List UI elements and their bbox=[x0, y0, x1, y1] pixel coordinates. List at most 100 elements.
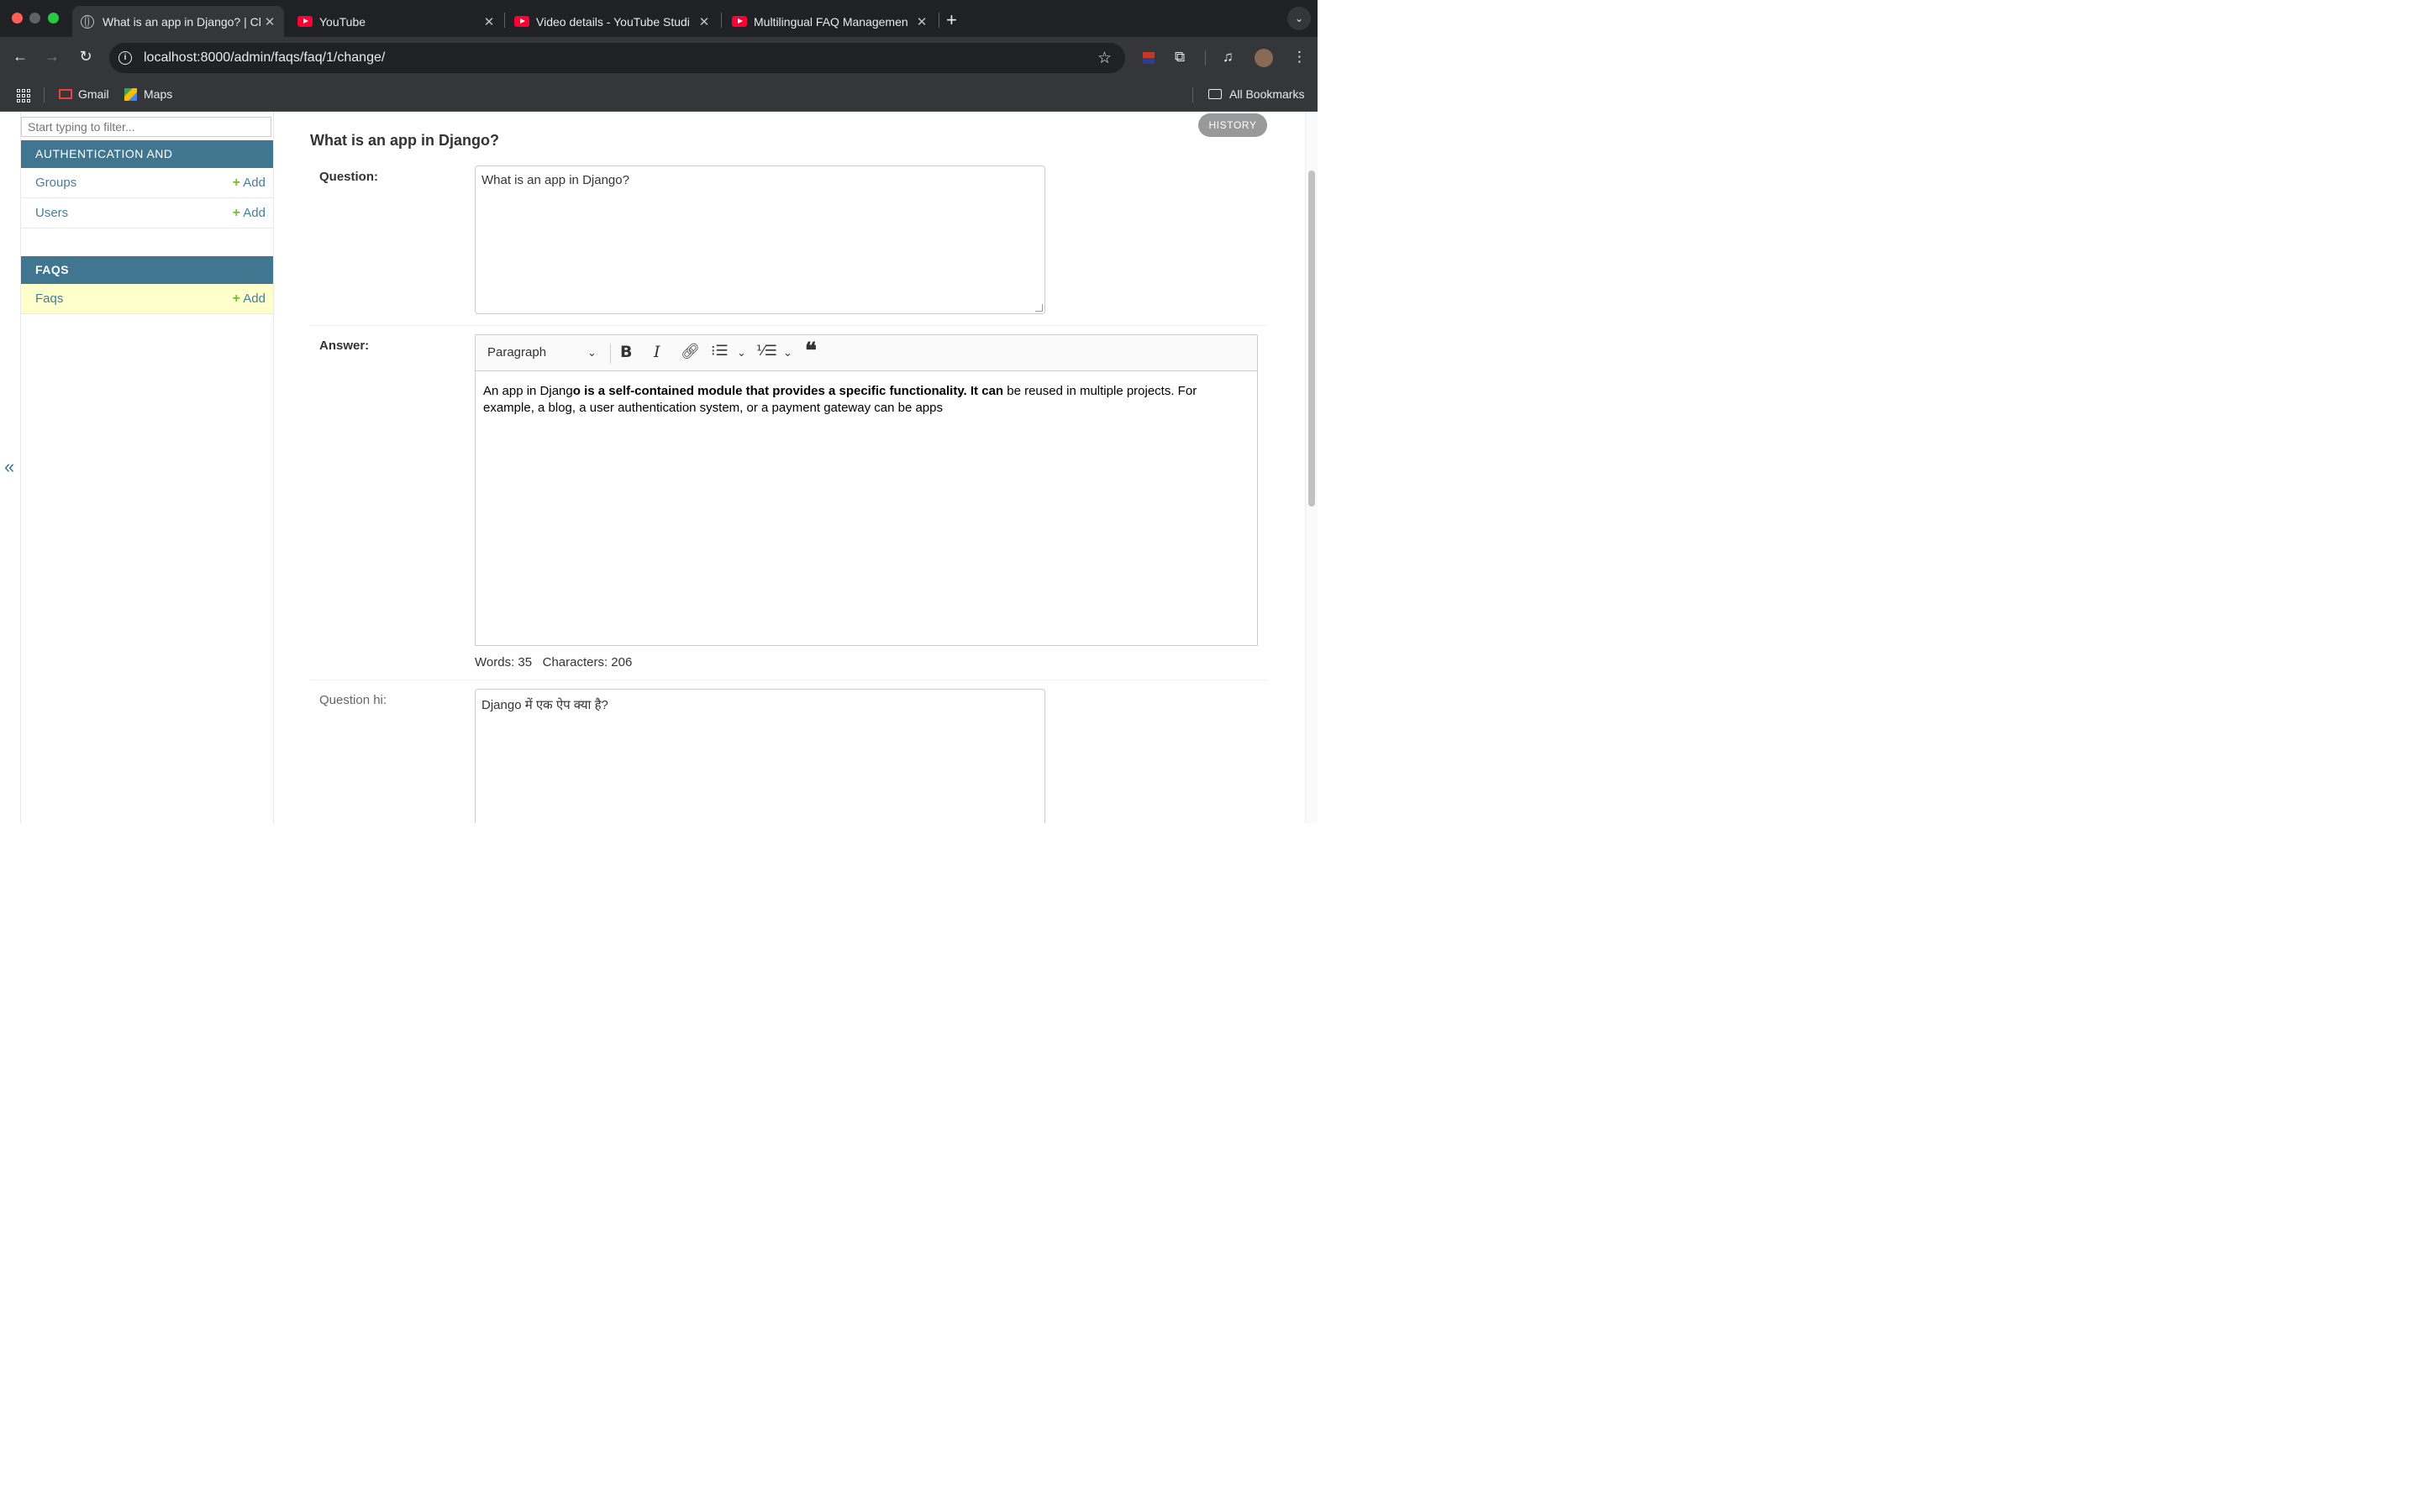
zoom-window-button[interactable] bbox=[48, 13, 59, 24]
form-row-question-hi: Question hi: Django में एक ऐप क्या है? bbox=[310, 689, 1267, 823]
tab-search-chevron-icon[interactable]: ⌄ bbox=[1287, 7, 1311, 30]
profile-avatar[interactable] bbox=[1255, 49, 1273, 67]
nav-sidebar: AUTHENTICATION AND AUTHORIZATION Groups … bbox=[20, 112, 274, 823]
question-hi-textarea[interactable]: Django में एक ऐप क्या है? bbox=[475, 689, 1045, 823]
browser-tab-strip: What is an app in Django? | Cl ✕ YouTube… bbox=[0, 0, 1318, 37]
resize-handle-icon[interactable] bbox=[1035, 304, 1043, 312]
bulleted-list-icon[interactable]: ⁝☰ bbox=[711, 343, 729, 360]
form-row-answer: Answer: Paragraph ⌄ B I 🔗︎ ⁝☰ ⌄ ⅟☰ ⌄ ❝ A… bbox=[310, 334, 1267, 680]
bookmark-label: Maps bbox=[144, 87, 173, 101]
link-icon[interactable]: 🔗︎ bbox=[681, 343, 700, 360]
minimize-window-button[interactable] bbox=[29, 13, 40, 24]
faqs-link[interactable]: Faqs bbox=[35, 291, 63, 306]
url-text[interactable]: localhost:8000/admin/faqs/faq/1/change/ bbox=[144, 50, 385, 66]
main-content: HISTORY What is an app in Django? Questi… bbox=[273, 112, 1305, 823]
bookmark-label: All Bookmarks bbox=[1229, 87, 1305, 101]
plus-icon: + bbox=[232, 176, 240, 190]
page-title: What is an app in Django? bbox=[310, 132, 499, 149]
reload-icon[interactable]: ↻ bbox=[76, 48, 96, 66]
numbered-list-chevron-icon[interactable]: ⌄ bbox=[783, 346, 792, 360]
browser-toolbar: ← → ↻ i localhost:8000/admin/faqs/faq/1/… bbox=[0, 37, 1318, 79]
history-button[interactable]: HISTORY bbox=[1198, 113, 1267, 137]
youtube-icon bbox=[732, 16, 747, 27]
extension-flag-icon[interactable] bbox=[1143, 52, 1155, 64]
collapse-chevron-icon[interactable]: « bbox=[4, 456, 14, 478]
apps-grid-icon[interactable] bbox=[17, 89, 30, 102]
bookmark-maps[interactable]: Maps bbox=[124, 87, 172, 101]
close-window-button[interactable] bbox=[12, 13, 23, 24]
tab-title: Video details - YouTube Studi bbox=[536, 14, 690, 29]
bookmark-separator bbox=[1192, 87, 1193, 102]
users-link[interactable]: Users bbox=[35, 206, 68, 220]
add-group-link[interactable]: + Add bbox=[233, 176, 266, 191]
add-user-link[interactable]: + Add bbox=[233, 206, 266, 221]
gmail-icon bbox=[59, 89, 72, 99]
close-tab-icon[interactable]: ✕ bbox=[697, 14, 711, 29]
address-bar[interactable]: i localhost:8000/admin/faqs/faq/1/change… bbox=[109, 43, 1125, 73]
browser-tab[interactable]: YouTube ✕ bbox=[297, 6, 496, 37]
nav-sidebar-toggle[interactable]: « bbox=[0, 112, 21, 823]
sidebar-item-faqs: Faqs + Add bbox=[21, 284, 273, 314]
sidebar-item-groups: Groups + Add bbox=[21, 168, 273, 198]
sidebar-item-users: Users + Add bbox=[21, 198, 273, 228]
globe-icon bbox=[81, 14, 94, 29]
paragraph-format-dropdown[interactable]: Paragraph bbox=[487, 345, 546, 360]
add-label: Add bbox=[243, 291, 266, 306]
scrollbar-thumb[interactable] bbox=[1308, 171, 1315, 507]
site-info-icon[interactable]: i bbox=[118, 51, 132, 65]
answer-text-bold: o is a self-contained module that provid… bbox=[572, 384, 1004, 398]
add-label: Add bbox=[243, 176, 266, 190]
bookmark-separator bbox=[44, 87, 45, 102]
forward-arrow-icon[interactable]: → bbox=[42, 48, 62, 66]
groups-link[interactable]: Groups bbox=[35, 176, 76, 190]
youtube-icon bbox=[514, 16, 529, 27]
question-value: What is an app in Django? bbox=[481, 173, 629, 187]
plus-icon: + bbox=[232, 206, 240, 220]
youtube-icon bbox=[297, 16, 313, 27]
chevron-down-icon[interactable]: ⌄ bbox=[587, 346, 597, 360]
tab-title: Multilingual FAQ Managemen bbox=[754, 14, 908, 29]
word-count: Words: 35 Characters: 206 bbox=[475, 655, 632, 669]
module-header-faqs[interactable]: FAQS bbox=[21, 256, 273, 284]
form-row-question: Question: What is an app in Django? bbox=[310, 165, 1267, 326]
folder-icon bbox=[1208, 89, 1222, 99]
bookmarks-bar: Gmail Maps All Bookmarks bbox=[0, 79, 1318, 112]
block-quote-icon[interactable]: ❝ bbox=[805, 339, 817, 364]
browser-tab[interactable]: Multilingual FAQ Managemen ✕ bbox=[732, 6, 929, 37]
add-faq-link[interactable]: + Add bbox=[233, 291, 266, 307]
bookmark-gmail[interactable]: Gmail bbox=[59, 87, 109, 101]
back-arrow-icon[interactable]: ← bbox=[10, 48, 30, 66]
question-label: Question: bbox=[319, 170, 378, 184]
browser-menu-icon[interactable]: ⋮ bbox=[1292, 49, 1307, 66]
bold-icon[interactable]: B bbox=[620, 343, 632, 361]
nav-filter-input[interactable] bbox=[21, 117, 271, 137]
toolbar-divider bbox=[1205, 50, 1206, 66]
page-scrollbar[interactable] bbox=[1305, 112, 1318, 823]
answer-text-normal: An app in Djang bbox=[483, 384, 573, 398]
answer-editor-content[interactable]: An app in Django is a self-contained mod… bbox=[475, 370, 1258, 646]
close-tab-icon[interactable]: ✕ bbox=[482, 14, 496, 29]
close-tab-icon[interactable]: ✕ bbox=[915, 14, 929, 29]
numbered-list-icon[interactable]: ⅟☰ bbox=[756, 343, 777, 360]
answer-label: Answer: bbox=[319, 339, 370, 353]
browser-tab[interactable]: Video details - YouTube Studi ✕ bbox=[514, 6, 711, 37]
characters-count-label: Characters: 206 bbox=[542, 655, 633, 669]
tab-title: What is an app in Django? | Cl bbox=[103, 14, 261, 29]
bulleted-list-chevron-icon[interactable]: ⌄ bbox=[737, 346, 746, 360]
italic-icon[interactable]: I bbox=[654, 343, 660, 361]
add-label: Add bbox=[243, 206, 266, 220]
module-header-auth[interactable]: AUTHENTICATION AND AUTHORIZATION bbox=[21, 140, 273, 188]
extensions-puzzle-icon[interactable]: ⧉ bbox=[1175, 49, 1185, 66]
media-controls-icon[interactable]: ♫ bbox=[1223, 49, 1234, 66]
all-bookmarks[interactable]: All Bookmarks bbox=[1208, 87, 1304, 101]
close-tab-icon[interactable]: ✕ bbox=[263, 14, 276, 29]
plus-icon: + bbox=[232, 291, 240, 306]
page-content: « AUTHENTICATION AND AUTHORIZATION Group… bbox=[0, 112, 1318, 823]
tab-separator bbox=[721, 13, 722, 28]
browser-tab-active[interactable]: What is an app in Django? | Cl ✕ bbox=[72, 6, 284, 37]
toolbar-separator bbox=[610, 344, 611, 364]
new-tab-button[interactable]: + bbox=[946, 9, 957, 31]
bookmark-star-icon[interactable]: ☆ bbox=[1097, 49, 1112, 68]
question-textarea[interactable]: What is an app in Django? bbox=[475, 165, 1045, 314]
tab-separator bbox=[504, 13, 505, 28]
